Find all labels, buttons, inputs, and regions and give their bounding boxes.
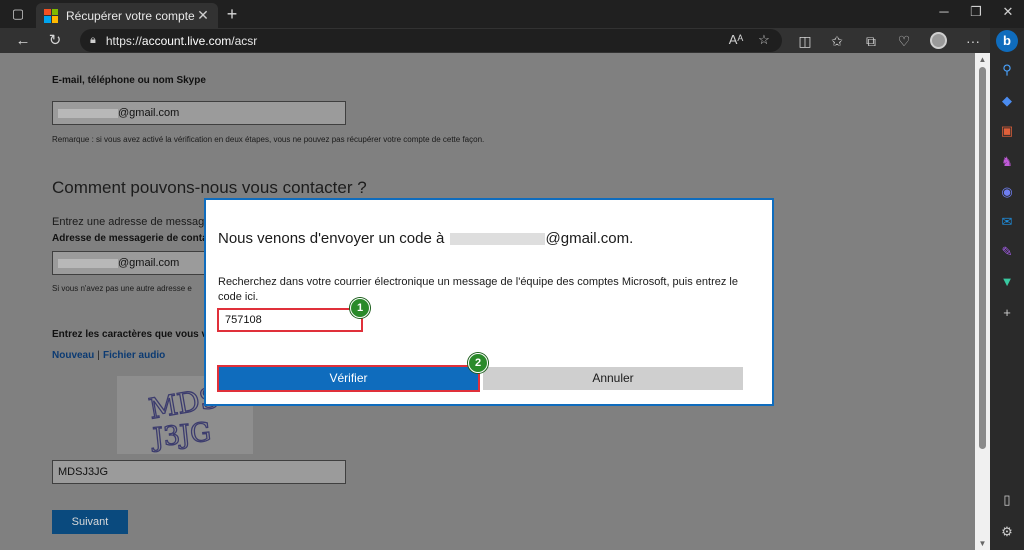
- restore-icon[interactable]: ❐: [964, 4, 988, 20]
- designer-icon[interactable]: ▼: [997, 272, 1017, 292]
- step-badge-2: 2: [468, 353, 488, 373]
- favorite-star-icon[interactable]: ☆: [754, 31, 774, 49]
- email-label: E-mail, téléphone ou nom Skype: [52, 75, 206, 86]
- captcha-label: Entrez les caractères que vous vo: [52, 329, 214, 340]
- svg-text:J3JG: J3JG: [149, 418, 213, 454]
- gear-icon[interactable]: ⚙: [997, 522, 1017, 542]
- profile-avatar[interactable]: [930, 32, 947, 49]
- office-icon[interactable]: ◉: [997, 182, 1017, 202]
- contact-email-field[interactable]: @gmail.com: [52, 251, 212, 275]
- favorites-icon[interactable]: ✩: [826, 31, 848, 51]
- dialog-message: Recherchez dans votre courrier électroni…: [218, 276, 738, 303]
- outlook-icon[interactable]: ✉: [997, 212, 1017, 232]
- read-aloud-icon[interactable]: Aᴬ: [726, 31, 746, 49]
- add-sidebar-app-icon[interactable]: +: [997, 303, 1017, 323]
- sidebar-toggle-icon[interactable]: ▯: [997, 490, 1017, 510]
- bing-icon[interactable]: b: [996, 30, 1018, 52]
- captcha-new-link[interactable]: Nouveau: [52, 350, 94, 361]
- back-icon[interactable]: ←: [12, 30, 34, 52]
- two-step-note: Remarque : si vous avez activé la vérifi…: [52, 135, 485, 144]
- tools-icon[interactable]: ▣: [997, 121, 1017, 141]
- lock-icon: 🔒︎: [90, 34, 96, 46]
- dialog-title: Nous venons d'envoyer un code à @gmail.c…: [218, 230, 634, 247]
- split-screen-icon[interactable]: ◫: [794, 31, 816, 51]
- collections-icon[interactable]: ⧉: [860, 31, 882, 51]
- cancel-button[interactable]: Annuler: [483, 367, 743, 390]
- code-input[interactable]: 757108: [217, 308, 363, 332]
- microsoft-logo-icon: [44, 8, 58, 23]
- email-field[interactable]: @gmail.com: [52, 101, 346, 125]
- verify-button[interactable]: Vérifier: [217, 365, 480, 392]
- tab-actions-icon[interactable]: ▢: [6, 4, 30, 24]
- tab-active[interactable]: Récupérer votre compte ✕: [36, 3, 218, 28]
- contact-email-label: Adresse de messagerie de contac: [52, 233, 214, 244]
- games-icon[interactable]: ♞: [997, 152, 1017, 172]
- shopping-tag-icon[interactable]: ◆: [997, 91, 1017, 111]
- contact-note: Si vous n'avez pas une autre adresse e: [52, 284, 192, 293]
- next-button[interactable]: Suivant: [52, 510, 128, 534]
- captcha-input[interactable]: MDSJ3JG: [52, 460, 346, 484]
- browser-toolbar: ← ↻ 🔒︎ https://account.live.com/acsr Aᴬ …: [0, 28, 990, 53]
- contact-heading: Comment pouvons-nous vous contacter ?: [52, 178, 367, 197]
- verification-dialog: Nous venons d'envoyer un code à @gmail.c…: [204, 198, 774, 406]
- refresh-icon[interactable]: ↻: [44, 30, 66, 52]
- browser-window: ▢ Récupérer votre compte ✕ + ─ ❐ ✕ ← ↻ 🔒…: [0, 0, 1024, 550]
- close-icon[interactable]: ✕: [196, 7, 210, 24]
- url-text: https://account.live.com/acsr: [105, 33, 258, 48]
- scroll-up-icon[interactable]: ▲: [978, 55, 987, 64]
- contact-intro: Entrez une adresse de messag: [52, 216, 205, 228]
- captcha-audio-link[interactable]: Fichier audio: [103, 350, 165, 361]
- more-icon[interactable]: ···: [962, 31, 984, 51]
- address-bar[interactable]: 🔒︎ https://account.live.com/acsr: [80, 29, 782, 52]
- scroll-down-icon[interactable]: ▼: [978, 539, 987, 548]
- minimize-icon[interactable]: ─: [932, 4, 956, 19]
- tab-title: Récupérer votre compte: [66, 8, 195, 23]
- page-scrollbar[interactable]: ▲ ▼: [975, 53, 990, 550]
- step-badge-1: 1: [350, 298, 370, 318]
- drop-icon[interactable]: ✎: [997, 242, 1017, 262]
- extensions-icon[interactable]: ♡: [893, 31, 915, 51]
- window-close-icon[interactable]: ✕: [996, 4, 1020, 20]
- plus-icon[interactable]: +: [222, 4, 242, 24]
- captcha-links: Nouveau | Fichier audio: [52, 350, 166, 361]
- tab-strip: ▢ Récupérer votre compte ✕ + ─ ❐ ✕: [0, 0, 1024, 28]
- scroll-thumb[interactable]: [979, 67, 986, 449]
- search-icon[interactable]: ⚲: [997, 60, 1017, 80]
